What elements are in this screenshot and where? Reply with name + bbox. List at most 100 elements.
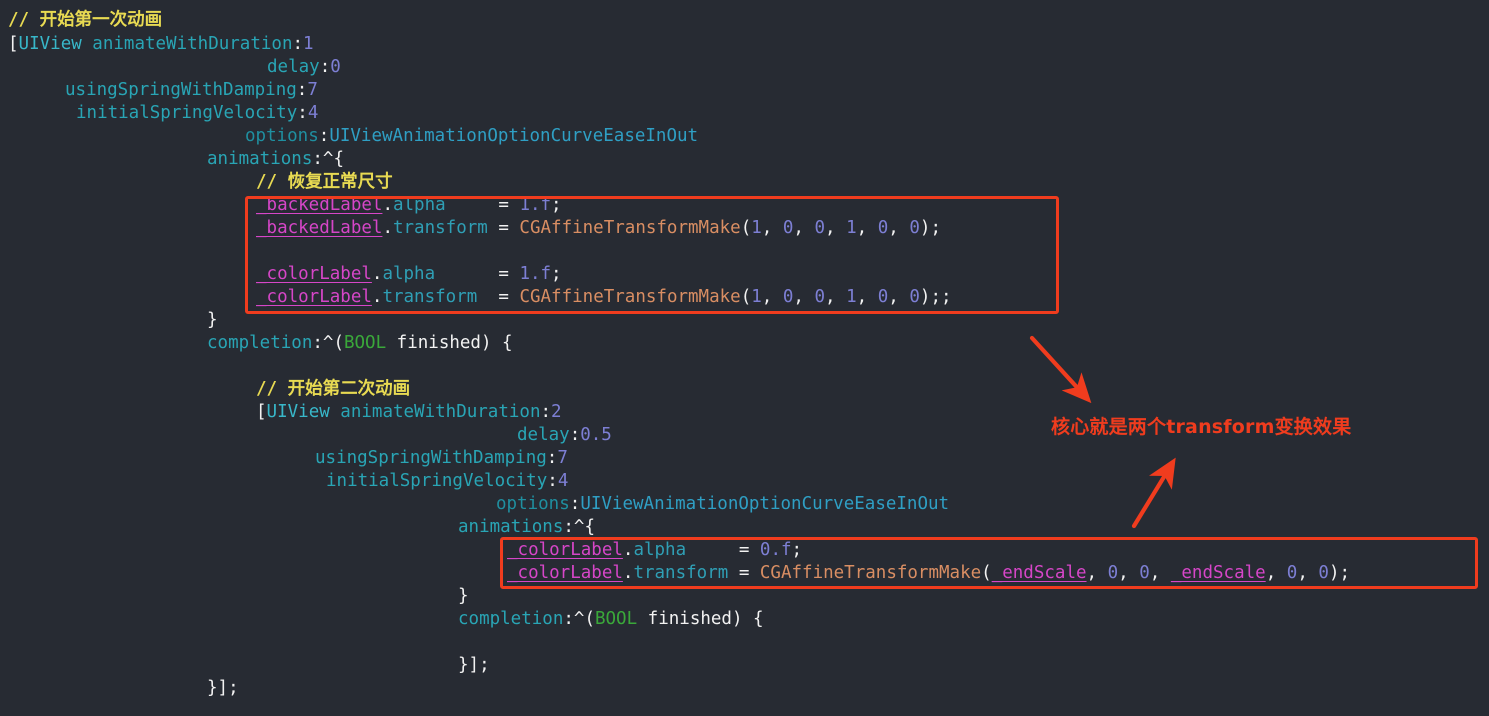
property-alpha: alpha <box>382 264 436 284</box>
code-editor-content: // 开始第一次动画 [UIView animateWithDuration:1… <box>0 0 1489 716</box>
colon: : <box>547 471 558 491</box>
code-line-13: _colorLabel.transform = CGAffineTransfor… <box>256 286 952 309</box>
value-duration: 2 <box>551 402 562 422</box>
selector-animatewithduration: animateWithDuration <box>329 402 541 422</box>
block-open: ^{ <box>573 517 595 537</box>
inner-block-close: }]; <box>458 655 490 675</box>
code-line-3: delay:0 <box>267 56 341 79</box>
comma: , <box>761 218 783 238</box>
type-bool: BOOL <box>594 609 638 629</box>
comma: , <box>1086 563 1108 583</box>
paren-open: ( <box>740 287 752 307</box>
value-delay: 0.5 <box>580 425 612 445</box>
comma: , <box>793 218 815 238</box>
code-line-18: [UIView animateWithDuration:2 <box>256 401 562 424</box>
colon: : <box>312 149 323 169</box>
assign-operator: = <box>445 195 520 215</box>
colon: : <box>319 57 331 77</box>
assign-operator: = <box>728 563 760 583</box>
comma: , <box>888 287 910 307</box>
arg-a: 1 <box>751 287 762 307</box>
selector-options: options <box>496 494 570 514</box>
arg-tx: 0 <box>877 287 889 307</box>
value-velocity: 4 <box>307 103 319 123</box>
value-alpha: 0.f <box>759 540 792 560</box>
dot: . <box>371 264 383 284</box>
paren-close-semicolon: ); <box>919 218 941 238</box>
comma: , <box>1118 563 1140 583</box>
ivar-backedlabel: _backedLabel <box>256 218 383 238</box>
arg-ty: 0 <box>1318 563 1329 583</box>
ivar-colorlabel: _colorLabel <box>507 563 623 583</box>
selector-initialspringvelocity: initialSpringVelocity <box>76 103 298 123</box>
arg-a: 1 <box>751 218 762 238</box>
block-open-paren: ^( <box>573 609 595 629</box>
comment-start-second-animation: // 开始第二次动画 <box>256 379 411 399</box>
paren-close-semicolon: );; <box>919 287 952 307</box>
outer-block-close: }]; <box>207 678 239 698</box>
arg-c: 0 <box>814 287 826 307</box>
value-alpha: 1.f <box>519 195 552 215</box>
arg-d: 1 <box>846 287 857 307</box>
comment-restore-normal-size: // 恢复正常尺寸 <box>256 172 393 192</box>
colon: : <box>563 609 574 629</box>
colon: : <box>318 126 330 146</box>
arg-ty: 0 <box>909 218 920 238</box>
selector-animations: animations <box>207 149 313 169</box>
param-finished: finished) { <box>637 609 764 629</box>
code-line-22: options:UIViewAnimationOptionCurveEaseIn… <box>496 493 949 516</box>
selector-completion: completion <box>458 609 564 629</box>
comma: , <box>825 218 847 238</box>
code-line-4: usingSpringWithDamping:7 <box>65 79 318 102</box>
selector-usingspringwithdamping: usingSpringWithDamping <box>315 448 547 468</box>
code-line-9: _backedLabel.alpha = 1.f; <box>256 194 562 217</box>
comment-start-first-animation: // 开始第一次动画 <box>8 10 163 30</box>
code-line-20: usingSpringWithDamping:7 <box>315 447 568 470</box>
code-line-8: // 恢复正常尺寸 <box>256 171 393 194</box>
selector-animatewithduration: animateWithDuration <box>81 34 293 54</box>
comma: , <box>1265 563 1287 583</box>
property-alpha: alpha <box>633 540 687 560</box>
code-line-5: initialSpringVelocity:4 <box>76 102 318 125</box>
colon: : <box>292 34 304 54</box>
arrow-pointing-down-to-first-box <box>1029 335 1092 404</box>
code-line-23: animations:^{ <box>458 516 595 539</box>
value-duration: 1 <box>303 34 314 54</box>
code-line-24: _colorLabel.alpha = 0.f; <box>507 539 802 562</box>
selector-initialspringvelocity: initialSpringVelocity <box>326 471 548 491</box>
semicolon: ; <box>551 195 562 215</box>
function-cgaffinetransformmake: CGAffineTransformMake <box>519 287 741 307</box>
colon: : <box>296 80 308 100</box>
colon: : <box>569 425 581 445</box>
paren-close-semicolon: ); <box>1328 563 1351 583</box>
comma: , <box>793 287 815 307</box>
code-line-14: } <box>207 309 218 332</box>
ivar-backedlabel: _backedLabel <box>256 195 383 215</box>
code-line-2: [UIView animateWithDuration:1 <box>8 33 314 56</box>
assign-operator: = <box>487 218 520 238</box>
arrow-pointing-up-to-second-box <box>1131 457 1176 529</box>
value-animation-option: UIViewAnimationOptionCurveEaseInOut <box>329 126 699 146</box>
semicolon: ; <box>791 540 803 560</box>
annotation-note-text: 核心就是两个transform变换效果 <box>1051 416 1352 438</box>
code-line-19: delay:0.5 <box>517 424 612 447</box>
comma: , <box>888 218 910 238</box>
code-line-7: animations:^{ <box>207 148 344 171</box>
comma: , <box>825 287 847 307</box>
value-animation-option: UIViewAnimationOptionCurveEaseInOut <box>580 494 950 514</box>
value-velocity: 4 <box>557 471 569 491</box>
arg-tx: 0 <box>1286 563 1298 583</box>
selector-options: options <box>245 126 319 146</box>
dot: . <box>382 195 393 215</box>
dot: . <box>622 540 634 560</box>
param-finished: finished) { <box>386 333 513 353</box>
arg-d: 1 <box>846 218 857 238</box>
code-screenshot-root: // 开始第一次动画 [UIView animateWithDuration:1… <box>0 0 1489 716</box>
property-transform: transform <box>382 287 478 307</box>
block-open-paren: ^( <box>322 333 344 353</box>
open-bracket: [ <box>256 402 267 422</box>
dot: . <box>371 287 383 307</box>
arg-ty: 0 <box>909 287 920 307</box>
selector-animations: animations <box>458 517 564 537</box>
comma: , <box>1297 563 1319 583</box>
